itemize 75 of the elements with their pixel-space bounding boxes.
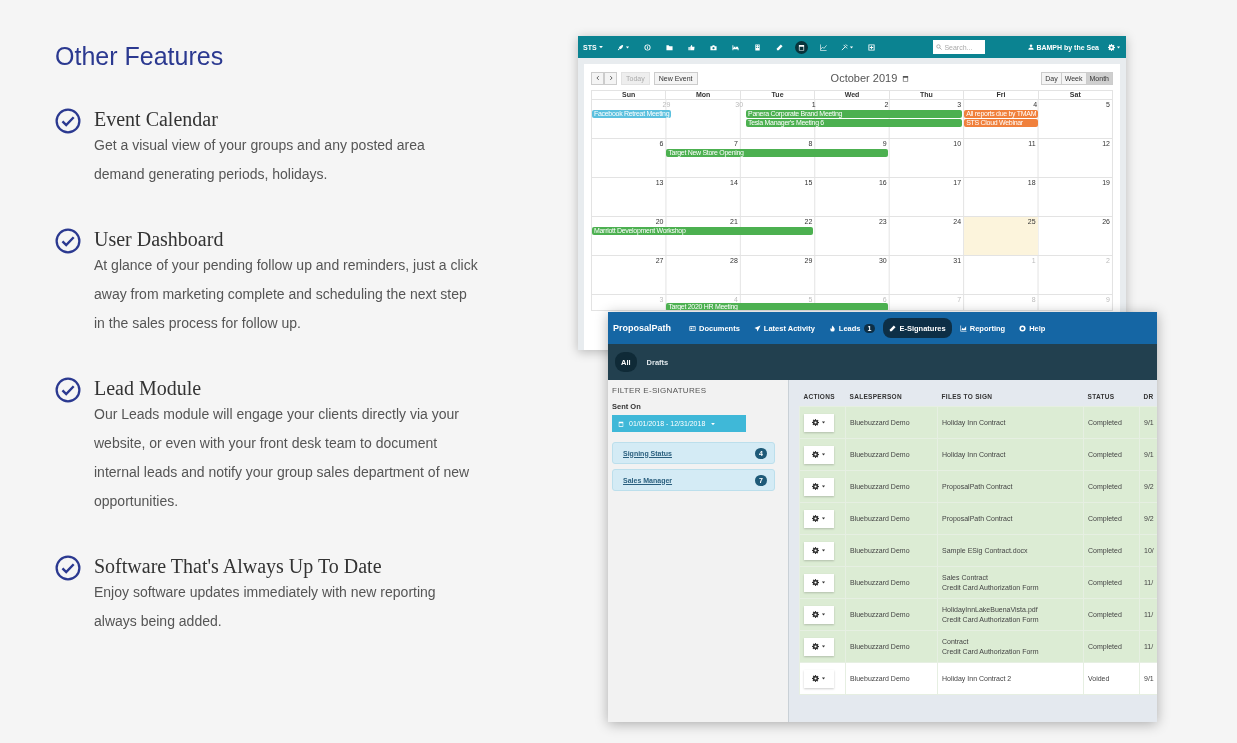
check-circle-icon <box>55 108 81 134</box>
month-title: October 2019 <box>830 72 898 84</box>
check-circle-icon <box>55 377 81 403</box>
plus-square-icon <box>867 43 875 51</box>
calendar-icon <box>902 74 910 82</box>
thumbs-up-icon <box>687 43 695 51</box>
gear-icon <box>812 483 819 490</box>
folder-icon <box>665 43 673 51</box>
toolbar-button[interactable] <box>794 40 808 54</box>
caret-icon <box>821 676 826 681</box>
feature-title: Software That's Always Up To Date <box>94 554 383 578</box>
actions-button[interactable] <box>804 637 834 656</box>
info-icon <box>643 43 651 51</box>
caret-icon <box>821 580 826 585</box>
feature-description: Our Leads module will engage your clients directly via your website, or even with your front desk team to document internal leads and notify your group sales department of new opportunities. <box>94 405 471 511</box>
rocket-icon <box>616 43 624 51</box>
search-icon <box>936 44 943 50</box>
caret-icon <box>821 452 826 457</box>
caret-icon <box>821 420 826 425</box>
actions-button[interactable] <box>804 445 834 464</box>
caret-icon <box>597 44 604 50</box>
section-heading: Other Features <box>55 42 225 71</box>
gear-icon <box>812 675 819 682</box>
caret-icon <box>821 644 826 649</box>
gear-icon <box>1108 43 1115 51</box>
calendar-icon <box>797 43 805 51</box>
feature-title: Lead Module <box>94 376 203 400</box>
caret-icon <box>821 516 826 521</box>
gear-icon <box>812 579 819 586</box>
pen-icon <box>775 43 783 51</box>
pen-icon <box>889 324 897 332</box>
actions-button[interactable] <box>804 541 834 560</box>
app-brand[interactable]: ProposalPath <box>613 323 671 333</box>
actions-button[interactable] <box>804 669 834 688</box>
feature-title: Event Calendar <box>94 107 219 131</box>
gear-icon <box>812 419 819 426</box>
tools-icon <box>840 43 848 51</box>
gear-icon <box>812 515 819 522</box>
caret-icon <box>821 612 826 617</box>
caret-icon <box>1116 44 1121 50</box>
actions-button[interactable] <box>804 573 834 592</box>
actions-button[interactable] <box>804 477 834 496</box>
gear-icon <box>812 547 819 554</box>
check-circle-icon <box>55 228 81 254</box>
settings-menu[interactable] <box>1108 43 1121 51</box>
actions-button[interactable] <box>804 413 834 432</box>
caret-icon <box>848 44 854 50</box>
building-icon <box>753 43 761 51</box>
actions-button[interactable] <box>804 509 834 528</box>
area-chart-icon <box>959 324 967 332</box>
chevron-left-icon <box>594 75 601 81</box>
feature-description: At glance of your pending follow up and reminders, just a click away from marketing complete and scheduling the next step in the sales process for follow up. <box>94 256 479 333</box>
feature-title: User Dashboard <box>94 227 225 251</box>
feature-description: Enjoy software updates immediately with new reporting always being added. <box>94 583 437 631</box>
line-chart-icon <box>819 43 827 51</box>
paper-plane-icon <box>753 324 761 332</box>
caret-icon <box>624 44 630 50</box>
bed-icon <box>731 43 739 51</box>
id-card-icon <box>689 324 696 332</box>
caret-icon <box>710 420 717 427</box>
actions-button[interactable] <box>804 605 834 624</box>
lifebuoy-icon <box>1019 324 1027 332</box>
chevron-right-icon <box>607 75 614 81</box>
caret-icon <box>821 548 826 553</box>
gear-icon <box>812 643 819 650</box>
feature-description: Get a visual view of your groups and any posted area demand generating periods, holidays. <box>94 136 426 184</box>
calendar-icon <box>618 420 624 427</box>
gear-icon <box>812 451 819 458</box>
flame-icon <box>828 324 836 332</box>
camera-icon <box>709 43 717 51</box>
check-circle-icon <box>55 555 81 581</box>
sidebar-title: FILTER E-SIGNATURES <box>612 386 708 395</box>
gear-icon <box>812 611 819 618</box>
caret-icon <box>821 484 826 489</box>
user-icon <box>1028 44 1035 50</box>
